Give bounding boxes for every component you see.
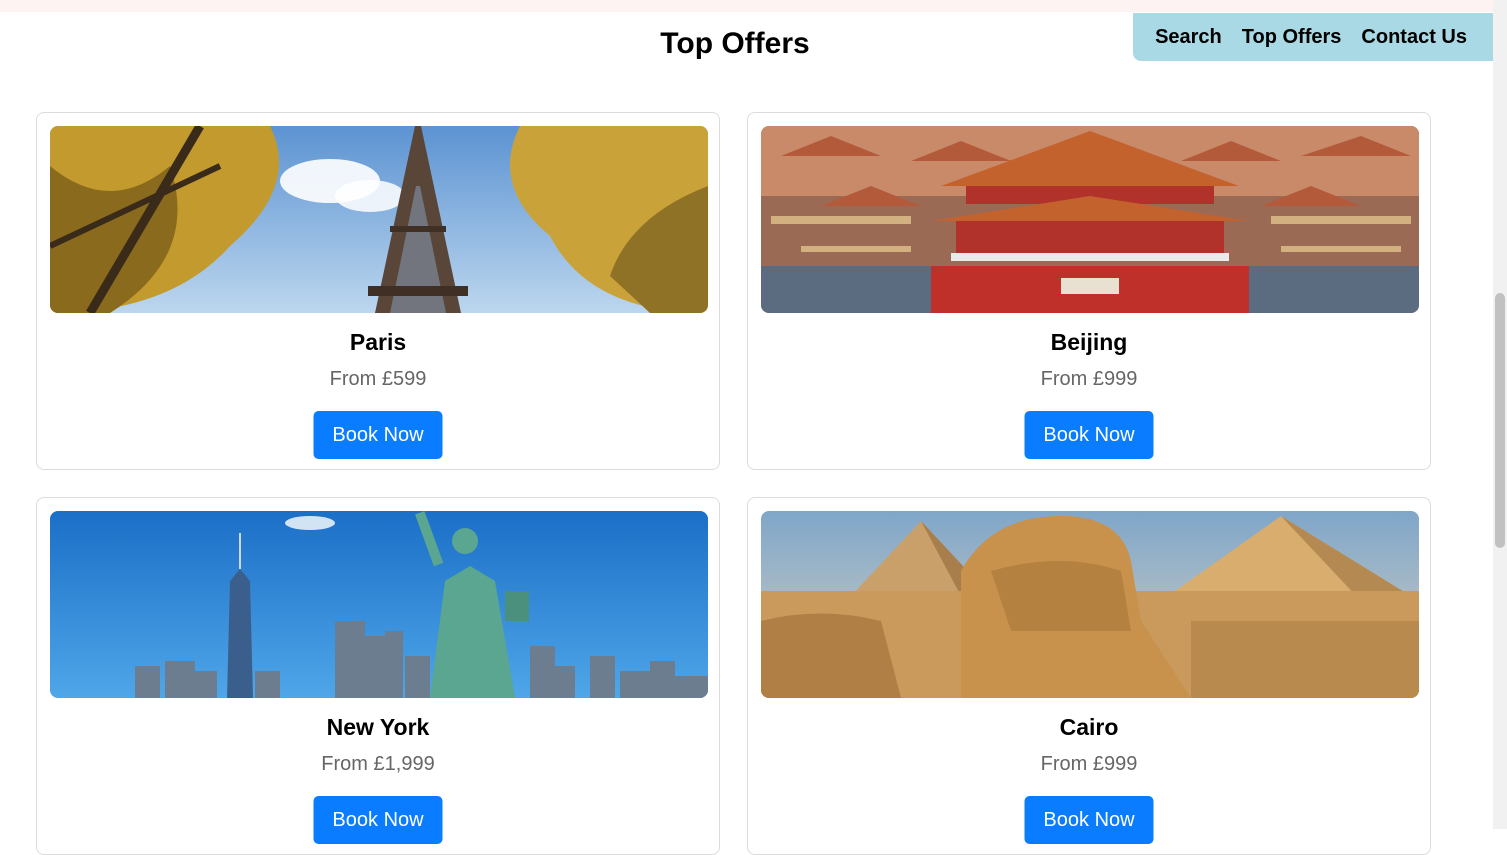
offer-city-title: New York — [326, 714, 430, 740]
pyramids-sphinx-image — [761, 511, 1419, 698]
offer-card-paris: Paris From £599 Book Now — [36, 112, 720, 470]
book-now-button-new-york[interactable]: Book Now — [313, 796, 443, 844]
eiffel-tower-image — [50, 126, 708, 313]
offer-price: From £999 — [1040, 753, 1138, 775]
offer-card-beijing: Beijing From £999 Book Now — [747, 112, 1431, 470]
forbidden-city-image — [761, 126, 1419, 313]
book-now-button-paris[interactable]: Book Now — [313, 411, 443, 459]
top-nav: Search Top Offers Contact Us — [1133, 13, 1493, 61]
offer-price: From £1,999 — [321, 753, 435, 775]
page-scrollbar[interactable] — [1493, 0, 1507, 829]
nav-search-link[interactable]: Search — [1155, 26, 1222, 49]
book-now-button-beijing[interactable]: Book Now — [1024, 411, 1154, 459]
scrollbar-thumb[interactable] — [1495, 293, 1505, 548]
nav-contact-us-link[interactable]: Contact Us — [1361, 26, 1467, 49]
book-now-button-cairo[interactable]: Book Now — [1024, 796, 1154, 844]
top-strip — [0, 0, 1493, 12]
offer-city-title: Cairo — [1059, 714, 1119, 740]
offer-city-title: Paris — [349, 329, 407, 355]
statue-of-liberty-image — [50, 511, 708, 698]
offer-card-new-york: New York From £1,999 Book Now — [36, 497, 720, 855]
offer-city-title: Beijing — [1050, 329, 1128, 355]
offer-price: From £599 — [329, 368, 427, 390]
offer-price: From £999 — [1040, 368, 1138, 390]
offer-card-cairo: Cairo From £999 Book Now — [747, 497, 1431, 855]
nav-top-offers-link[interactable]: Top Offers — [1242, 26, 1342, 49]
